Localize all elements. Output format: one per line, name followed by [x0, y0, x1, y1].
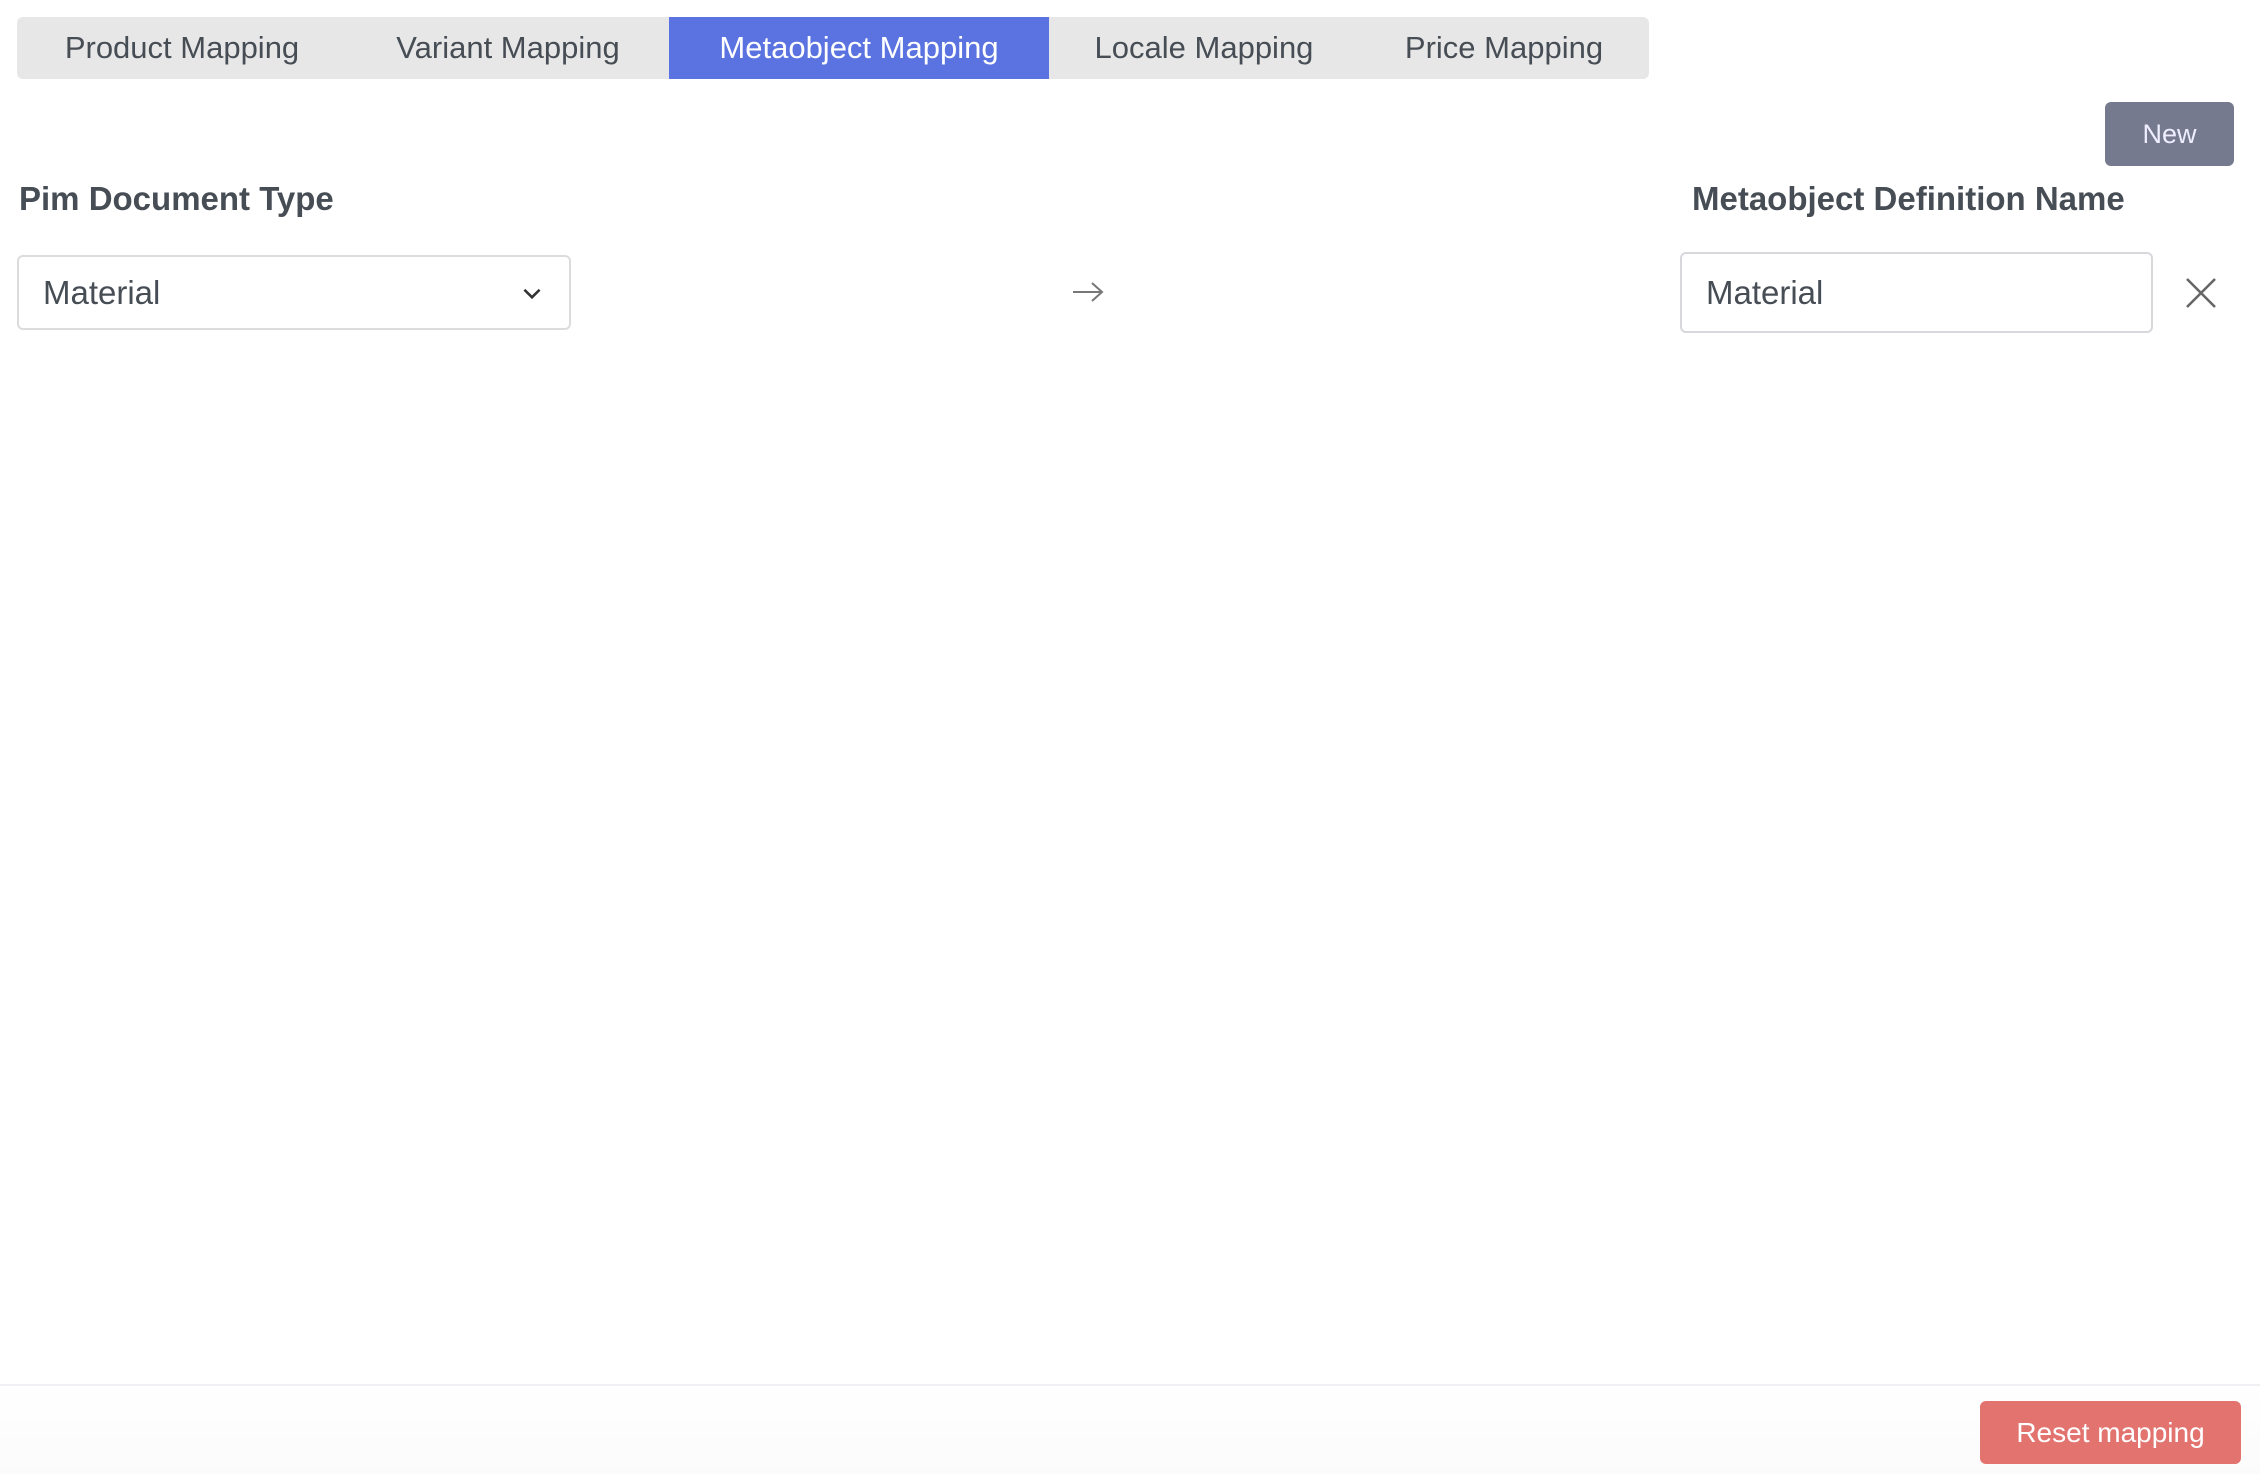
tab-price-mapping[interactable]: Price Mapping	[1359, 17, 1649, 79]
pim-document-type-label: Pim Document Type	[19, 180, 334, 217]
chevron-down-icon	[523, 288, 541, 299]
new-button[interactable]: New	[2105, 102, 2234, 166]
tab-metaobject-mapping[interactable]: Metaobject Mapping	[669, 17, 1049, 79]
tab-variant-mapping[interactable]: Variant Mapping	[347, 17, 669, 79]
mapping-tabs: Product Mapping Variant Mapping Metaobje…	[17, 17, 1649, 79]
close-icon[interactable]	[2184, 276, 2218, 310]
arrow-right-icon	[1073, 282, 1104, 302]
metaobject-definition-name-input[interactable]	[1680, 252, 2153, 333]
tab-locale-mapping[interactable]: Locale Mapping	[1049, 17, 1359, 79]
reset-mapping-button[interactable]: Reset mapping	[1980, 1401, 2241, 1464]
tab-product-mapping[interactable]: Product Mapping	[17, 17, 347, 79]
pim-document-type-select[interactable]: Material	[17, 255, 571, 330]
selected-value: Material	[43, 273, 161, 311]
metaobject-definition-name-label: Metaobject Definition Name	[1692, 180, 2125, 217]
footer	[0, 1384, 2260, 1474]
